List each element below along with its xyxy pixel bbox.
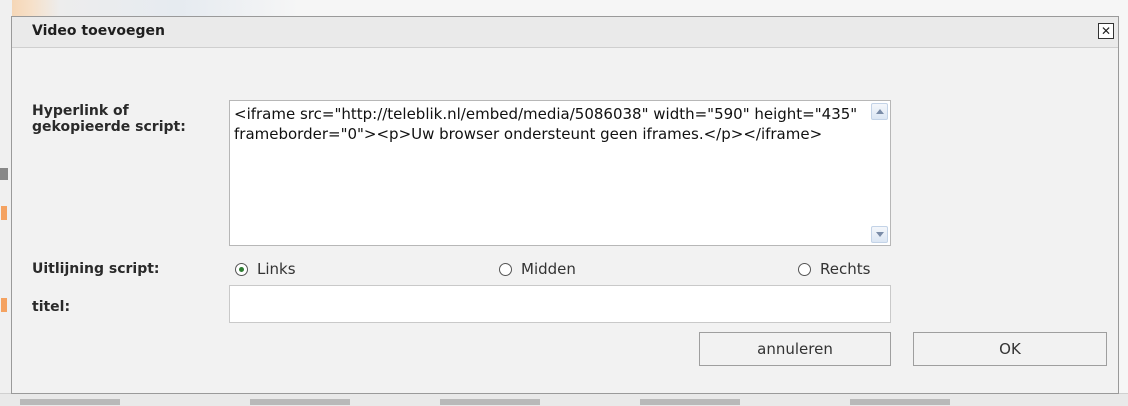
close-icon: ✕ xyxy=(1100,24,1112,38)
script-label-line1: Hyperlink of xyxy=(32,103,129,119)
title-input[interactable] xyxy=(229,285,891,323)
background-tab xyxy=(250,396,350,406)
title-label: titel: xyxy=(32,299,71,315)
radio-unchecked-icon xyxy=(798,262,811,276)
scroll-down-icon[interactable] xyxy=(871,226,888,243)
background-tab xyxy=(640,396,740,406)
script-label-line2: gekopieerde script: xyxy=(32,119,186,135)
radio-links[interactable]: Links xyxy=(235,260,296,278)
radio-checked-icon xyxy=(235,262,248,276)
background-tab xyxy=(440,396,540,406)
background-marker xyxy=(1,298,7,312)
video-dialog: Video toevoegen ✕ Hyperlink of gekopieer… xyxy=(11,16,1119,394)
radio-links-label: Links xyxy=(257,260,296,278)
dialog-title: Video toevoegen xyxy=(32,23,165,39)
radio-midden[interactable]: Midden xyxy=(499,260,576,278)
background-tab-bar xyxy=(0,393,1128,406)
background-marker xyxy=(1,206,7,220)
close-button[interactable]: ✕ xyxy=(1098,23,1114,39)
radio-rechts[interactable]: Rechts xyxy=(798,260,870,278)
alignment-label: Uitlijning script: xyxy=(32,261,160,277)
background-marker xyxy=(0,168,8,180)
ok-button[interactable]: OK xyxy=(913,332,1107,366)
script-textarea[interactable]: <iframe src="http://teleblik.nl/embed/me… xyxy=(229,100,891,246)
scroll-up-icon[interactable] xyxy=(871,103,888,120)
radio-rechts-label: Rechts xyxy=(820,260,871,278)
radio-unchecked-icon xyxy=(499,262,512,276)
background-tab xyxy=(20,396,120,406)
dialog-header: Video toevoegen ✕ xyxy=(12,17,1118,48)
cancel-button[interactable]: annuleren xyxy=(699,332,891,366)
script-label: Hyperlink of gekopieerde script: xyxy=(32,103,186,135)
background-tab xyxy=(850,396,950,406)
radio-midden-label: Midden xyxy=(521,260,576,278)
script-textarea-value: <iframe src="http://teleblik.nl/embed/me… xyxy=(234,105,862,143)
textarea-scrollbar[interactable] xyxy=(871,103,888,243)
